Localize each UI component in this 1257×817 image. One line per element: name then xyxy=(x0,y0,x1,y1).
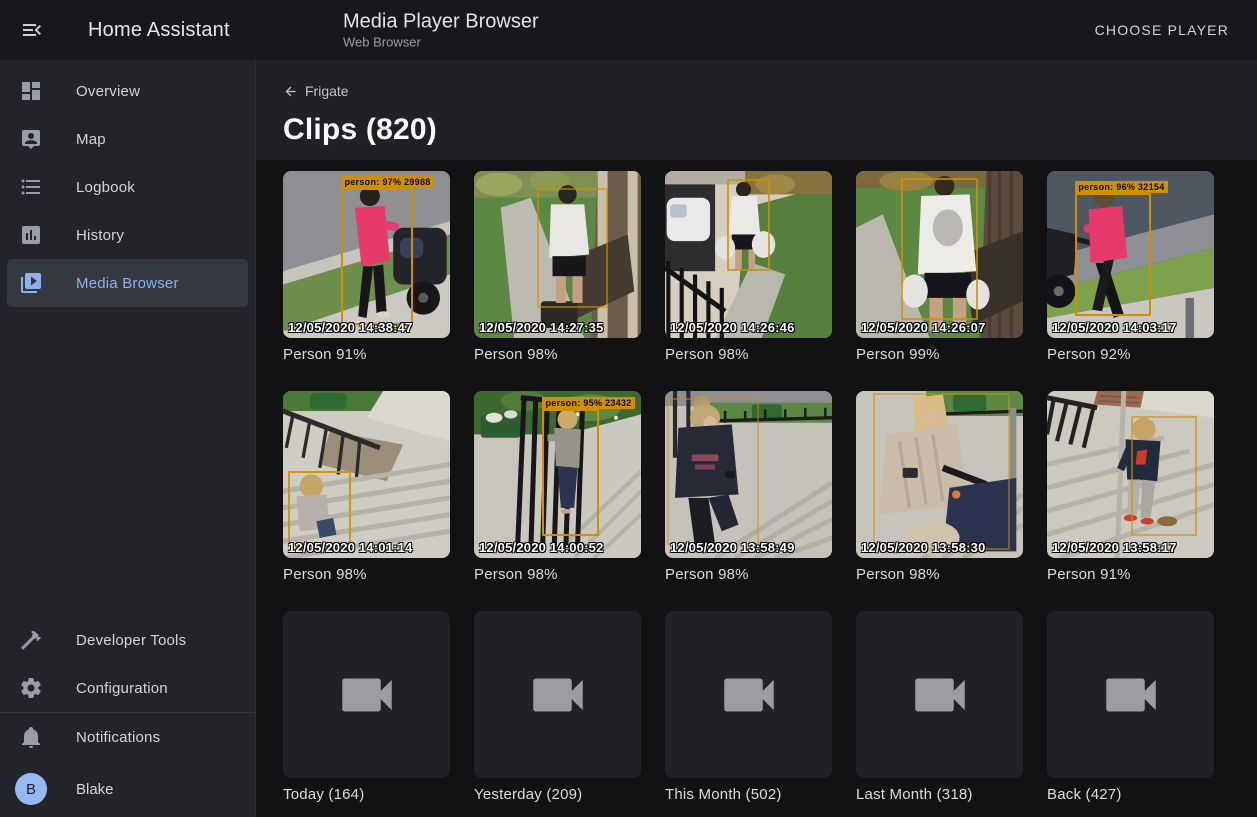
sidebar-item-label: Overview xyxy=(76,83,140,100)
page-subtitle: Web Browser xyxy=(343,35,539,50)
app-title: Home Assistant xyxy=(88,19,230,42)
folder-card-this-month-502-[interactable]: This Month (502) xyxy=(665,611,832,803)
menu-open-icon xyxy=(20,18,44,42)
media-browser-icon xyxy=(19,271,43,295)
folder-thumbnail[interactable] xyxy=(665,611,832,778)
clips-grid: person: 97% 2998812/05/2020 14:38:47 Per… xyxy=(256,160,1257,803)
video-icon xyxy=(716,662,782,728)
clip-caption: Person 98% xyxy=(665,346,832,363)
chart-icon xyxy=(19,223,43,247)
sidebar-spacer xyxy=(0,307,255,609)
folder-thumbnail[interactable] xyxy=(856,611,1023,778)
sidebar: Overview Map Logbook History Media Brows… xyxy=(0,60,256,817)
clip-thumbnail[interactable]: person: 96% 3215412/05/2020 14:03:17 xyxy=(1047,171,1214,338)
sidebar-item-map[interactable]: Map xyxy=(0,115,255,163)
clip-card[interactable]: person: 95% 2343212/05/2020 14:00:52 Per… xyxy=(474,391,641,583)
clip-caption: Person 92% xyxy=(1047,346,1214,363)
sidebar-item-history[interactable]: History xyxy=(0,211,255,259)
clip-caption: Person 99% xyxy=(856,346,1023,363)
content-header: Frigate Clips (820) xyxy=(256,60,1257,160)
sidebar-item-label: Map xyxy=(76,131,106,148)
sidebar-toggle-button[interactable] xyxy=(20,18,44,42)
breadcrumb-back[interactable]: Frigate xyxy=(283,83,349,99)
sidebar-item-developer-tools[interactable]: Developer Tools xyxy=(0,616,255,664)
clip-thumbnail[interactable]: 12/05/2020 14:01:14 xyxy=(283,391,450,558)
list-icon xyxy=(19,175,43,199)
sidebar-item-logbook[interactable]: Logbook xyxy=(0,163,255,211)
video-icon xyxy=(525,662,591,728)
folder-thumbnail[interactable] xyxy=(1047,611,1214,778)
video-icon xyxy=(907,662,973,728)
sidebar-item-label: Logbook xyxy=(76,179,135,196)
user-name: Blake xyxy=(76,781,114,798)
clip-thumbnail[interactable]: person: 97% 2998812/05/2020 14:38:47 xyxy=(283,171,450,338)
folder-thumbnail[interactable] xyxy=(474,611,641,778)
clip-thumbnail[interactable]: 12/05/2020 13:58:17 xyxy=(1047,391,1214,558)
folder-card-last-month-318-[interactable]: Last Month (318) xyxy=(856,611,1023,803)
sidebar-item-label: Media Browser xyxy=(76,275,179,292)
page-heading: Clips (820) xyxy=(283,113,1257,147)
sidebar-item-notifications[interactable]: Notifications xyxy=(0,713,255,761)
sidebar-nav: Overview Map Logbook History Media Brows… xyxy=(0,60,255,307)
clip-thumbnail[interactable]: 12/05/2020 13:58:30 xyxy=(856,391,1023,558)
folder-label: Today (164) xyxy=(283,786,450,803)
clip-caption: Person 98% xyxy=(283,566,450,583)
clip-thumbnail[interactable]: person: 95% 2343212/05/2020 14:00:52 xyxy=(474,391,641,558)
sidebar-item-media-browser[interactable]: Media Browser xyxy=(7,259,248,307)
sidebar-item-label: Configuration xyxy=(76,680,168,697)
sidebar-item-label: History xyxy=(76,227,124,244)
media-browser-content: Frigate Clips (820) person: 97% 2998812/… xyxy=(256,60,1257,817)
folder-label: This Month (502) xyxy=(665,786,832,803)
sidebar-tools-nav: Developer Tools Configuration xyxy=(0,609,255,712)
sidebar-user-profile[interactable]: B Blake xyxy=(0,761,255,817)
sidebar-item-label: Notifications xyxy=(76,729,160,746)
video-icon xyxy=(334,662,400,728)
clip-thumbnail[interactable]: 12/05/2020 14:27:35 xyxy=(474,171,641,338)
sidebar-item-label: Developer Tools xyxy=(76,632,186,649)
clip-card[interactable]: 12/05/2020 14:27:35 Person 98% xyxy=(474,171,641,363)
folder-thumbnail[interactable] xyxy=(283,611,450,778)
clip-card[interactable]: 12/05/2020 14:26:46 Person 98% xyxy=(665,171,832,363)
clip-card[interactable]: 12/05/2020 13:58:30 Person 98% xyxy=(856,391,1023,583)
clip-thumbnail[interactable]: 12/05/2020 14:26:46 xyxy=(665,171,832,338)
clip-caption: Person 98% xyxy=(856,566,1023,583)
folder-card-yesterday-209-[interactable]: Yesterday (209) xyxy=(474,611,641,803)
media-player-header: Media Player Browser Web Browser xyxy=(343,11,539,50)
view-dashboard-icon xyxy=(19,79,43,103)
clip-card[interactable]: person: 96% 3215412/05/2020 14:03:17 Per… xyxy=(1047,171,1214,363)
page-title: Media Player Browser xyxy=(343,11,539,34)
video-icon xyxy=(1098,662,1164,728)
folder-label: Yesterday (209) xyxy=(474,786,641,803)
clip-card[interactable]: 12/05/2020 13:58:17 Person 91% xyxy=(1047,391,1214,583)
top-app-bar: Home Assistant Media Player Browser Web … xyxy=(0,0,1257,60)
clip-caption: Person 98% xyxy=(474,566,641,583)
clip-caption: Person 98% xyxy=(665,566,832,583)
clip-card[interactable]: person: 97% 2998812/05/2020 14:38:47 Per… xyxy=(283,171,450,363)
clip-card[interactable]: 12/05/2020 14:26:07 Person 99% xyxy=(856,171,1023,363)
account-location-icon xyxy=(19,127,43,151)
clip-thumbnail[interactable]: 12/05/2020 14:26:07 xyxy=(856,171,1023,338)
hammer-icon xyxy=(19,628,43,652)
bell-icon xyxy=(19,725,43,749)
breadcrumb-label: Frigate xyxy=(305,83,349,99)
folder-card-back-427-[interactable]: Back (427) xyxy=(1047,611,1214,803)
clip-caption: Person 98% xyxy=(474,346,641,363)
avatar: B xyxy=(15,773,47,805)
sidebar-item-overview[interactable]: Overview xyxy=(0,67,255,115)
clip-caption: Person 91% xyxy=(283,346,450,363)
clip-thumbnail[interactable]: 12/05/2020 13:58:49 xyxy=(665,391,832,558)
folder-label: Back (427) xyxy=(1047,786,1214,803)
folder-label: Last Month (318) xyxy=(856,786,1023,803)
clip-card[interactable]: 12/05/2020 13:58:49 Person 98% xyxy=(665,391,832,583)
choose-player-button[interactable]: CHOOSE PLAYER xyxy=(1089,14,1235,46)
clip-card[interactable]: 12/05/2020 14:01:14 Person 98% xyxy=(283,391,450,583)
clip-caption: Person 91% xyxy=(1047,566,1214,583)
folder-card-today-164-[interactable]: Today (164) xyxy=(283,611,450,803)
sidebar-item-configuration[interactable]: Configuration xyxy=(0,664,255,712)
gear-icon xyxy=(19,676,43,700)
arrow-left-icon xyxy=(283,84,298,99)
